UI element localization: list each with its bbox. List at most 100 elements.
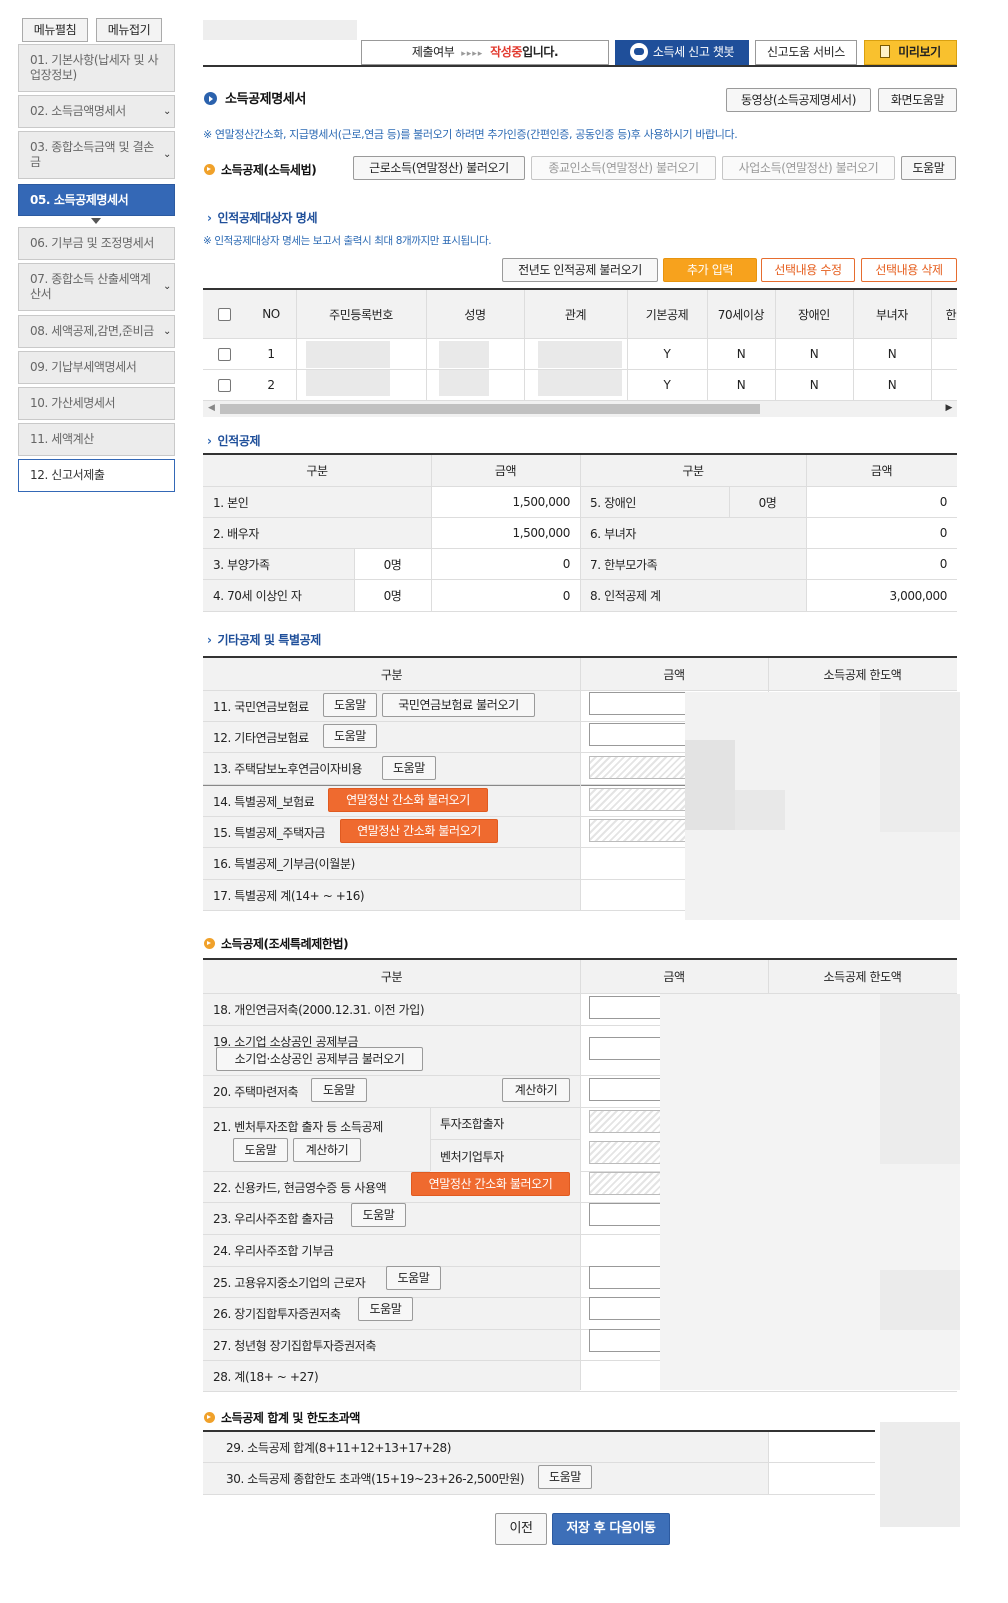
sidebar-item-tax-computation[interactable]: 11. 세액계산 [18,423,175,456]
col-header: 부녀자 [876,307,908,322]
chevron-down-icon: ⌄ [163,281,171,292]
row-label: 30. 소득공제 종합한도 초과액(15+19~23+26-2,500만원) [226,1472,525,1486]
table-row[interactable]: 1 Y N N N [203,339,957,370]
sidebar-item-tax-calc[interactable]: 07. 종합소득 산출세액계산서 ⌄ [18,263,175,311]
amount-value: 3,000,000 [889,588,948,603]
col-header: 구분 [203,960,580,993]
sidebar-item-submit[interactable]: 12. 신고서제출 [18,459,175,492]
excess-help-button[interactable]: 도움말 [538,1465,592,1489]
venture-calc-button[interactable]: 계산하기 [293,1138,361,1162]
chevron-down-icon: ⌄ [163,105,171,117]
col-header: 관계 [564,307,587,322]
amount-value: 0 [562,557,571,571]
sidebar-item-tax-credit[interactable]: 08. 세액공제,감면,준비금 ⌄ [18,315,175,348]
sidebar-item-label: 09. 기납부세액명세서 [30,360,137,374]
col-header: 금액 [580,960,768,993]
horizontal-scrollbar[interactable]: ◀ ▶ [203,401,957,417]
load-religious-income-button[interactable]: 종교인소득(연말정산) 불러오기 [531,156,716,180]
load-prev-year-dependents-button[interactable]: 전년도 인적공제 불러오기 [502,258,658,282]
venture-help-button[interactable]: 도움말 [233,1138,288,1162]
screen-help-button[interactable]: 화면도움말 [878,88,957,112]
edit-selected-button[interactable]: 선택내용 수정 [761,258,855,282]
load-housing-fund-button[interactable]: 연말정산 간소화 불러오기 [340,819,498,843]
housing-savings-help-button[interactable]: 도움말 [311,1078,367,1102]
menu-expand-button[interactable]: 메뉴펼침 [22,18,88,42]
sidebar-item-total-income[interactable]: 03. 종합소득금액 및 결손금 ⌄ [18,131,175,179]
sidebar-item-label: 10. 가산세명세서 [30,396,116,410]
col-header: 장애인 [798,307,830,322]
row-checkbox[interactable] [218,378,231,392]
video-button[interactable]: 동영상(소득공제명세서) [726,88,871,112]
sidebar-item-additional-tax[interactable]: 10. 가산세명세서 [18,387,175,420]
row-label: 14. 특별공제_보험료 [213,794,315,809]
other-pension-help-button[interactable]: 도움말 [323,724,377,748]
prev-button[interactable]: 이전 [495,1513,547,1545]
preview-button[interactable]: 미리보기 [864,40,957,65]
help-service-button[interactable]: 신고도움 서비스 [755,40,857,65]
other-title: › 기타공제 및 특별공제 [207,633,321,647]
chevron-right-icon: › [207,434,212,448]
chevron-right-icon: › [207,633,212,647]
disabled: N [809,347,819,361]
load-business-income-button[interactable]: 사업소득(연말정산) 불러오기 [722,156,895,180]
scroll-left-icon[interactable]: ◀ [208,403,215,413]
delete-selected-button[interactable]: 선택내용 삭제 [861,258,957,282]
col-header: 성명 [464,307,486,322]
scroll-right-icon[interactable]: ▶ [945,403,952,413]
redacted-id [306,341,390,368]
table-row[interactable]: 2 Y N N N [203,370,957,401]
row-checkbox[interactable] [218,347,231,361]
row-label: 18. 개인연금저축(2000.12.31. 이전 가입) [213,1003,425,1017]
row-label: 21. 벤처투자조합 출자 등 소득공제 [213,1120,383,1134]
sidebar-item-prepaid-tax[interactable]: 09. 기납부세액명세서 [18,351,175,384]
mortgage-help-button[interactable]: 도움말 [382,756,436,780]
col-header: 구분 [203,658,580,690]
select-all-checkbox[interactable] [218,307,231,321]
count-value: 0명 [383,589,402,603]
sidebar-item-label: 03. 종합소득금액 및 결손금 [30,140,154,169]
income-deduction-title: 소득공제(소득세법) [204,161,317,178]
row-label: 17. 특별공제 계(14+ ~ +16) [213,888,365,903]
save-next-button[interactable]: 저장 후 다음이동 [552,1513,670,1545]
sidebar-item-label: 02. 소득금액명세서 [30,104,126,118]
count-value: 0명 [729,487,806,517]
age70: N [736,378,746,392]
sidebar-item-label: 07. 종합소득 산출세액계산서 [30,272,151,301]
col-header: 70세이상 [717,307,765,322]
redacted-block [685,740,735,830]
income-deduction-help-button[interactable]: 도움말 [901,156,956,180]
sidebar-item-deduction[interactable]: 05. 소득공제명세서 [18,184,175,216]
load-pension-button[interactable]: 국민연금보험료 불러오기 [382,693,535,717]
personal-title: › 인적공제 [207,434,261,448]
chevron-down-icon: ⌄ [163,149,171,160]
scrollbar-thumb[interactable] [220,404,760,414]
housing-savings-calc-button[interactable]: 계산하기 [502,1078,570,1102]
row-label: 4. 70세 이상인 자 [203,580,354,611]
employment-retention-help-button[interactable]: 도움말 [386,1266,441,1290]
long-term-fund-help-button[interactable]: 도움말 [358,1297,413,1321]
add-dependent-button[interactable]: 추가 입력 [663,258,757,282]
row-label: 2. 배우자 [203,518,431,548]
woman: N [887,378,897,392]
pension-help-button[interactable]: 도움말 [323,693,377,717]
row-no: 2 [267,378,275,392]
load-card-usage-button[interactable]: 연말정산 간소화 불러오기 [411,1172,570,1196]
dependents-notice: ※ 인적공제대상자 명세는 보고서 출력시 최대 8개까지만 표시됩니다. [203,235,492,247]
load-wage-income-button[interactable]: 근로소득(연말정산) 불러오기 [353,156,525,180]
row-label: 22. 신용카드, 현금영수증 등 사용액 [213,1180,387,1195]
load-insurance-button[interactable]: 연말정산 간소화 불러오기 [328,788,488,812]
esop-help-button[interactable]: 도움말 [351,1203,406,1227]
sidebar-item-basic-info[interactable]: 01. 기본사항(납세자 및 사업장정보) [18,44,175,92]
chatbot-button[interactable]: 소득세 신고 챗봇 [615,40,749,65]
age70: N [736,347,746,361]
sidebar-item-label: 11. 세액계산 [30,432,94,446]
row-label: 8. 인적공제 계 [580,580,806,611]
load-small-business-fund-button[interactable]: 소기업·소상공인 공제부금 불러오기 [216,1047,423,1071]
sidebar-item-income-statement[interactable]: 02. 소득금액명세서 ⌄ [18,95,175,128]
arrow-circle-icon [204,1412,215,1423]
row-label: 25. 고용유지중소기업의 근로자 [213,1275,366,1290]
sidebar-item-donation[interactable]: 06. 기부금 및 조정명세서 [18,227,175,260]
row-label: 12. 기타연금보험료 [213,730,309,745]
redacted-relation [538,341,622,368]
menu-collapse-button[interactable]: 메뉴접기 [96,18,162,42]
